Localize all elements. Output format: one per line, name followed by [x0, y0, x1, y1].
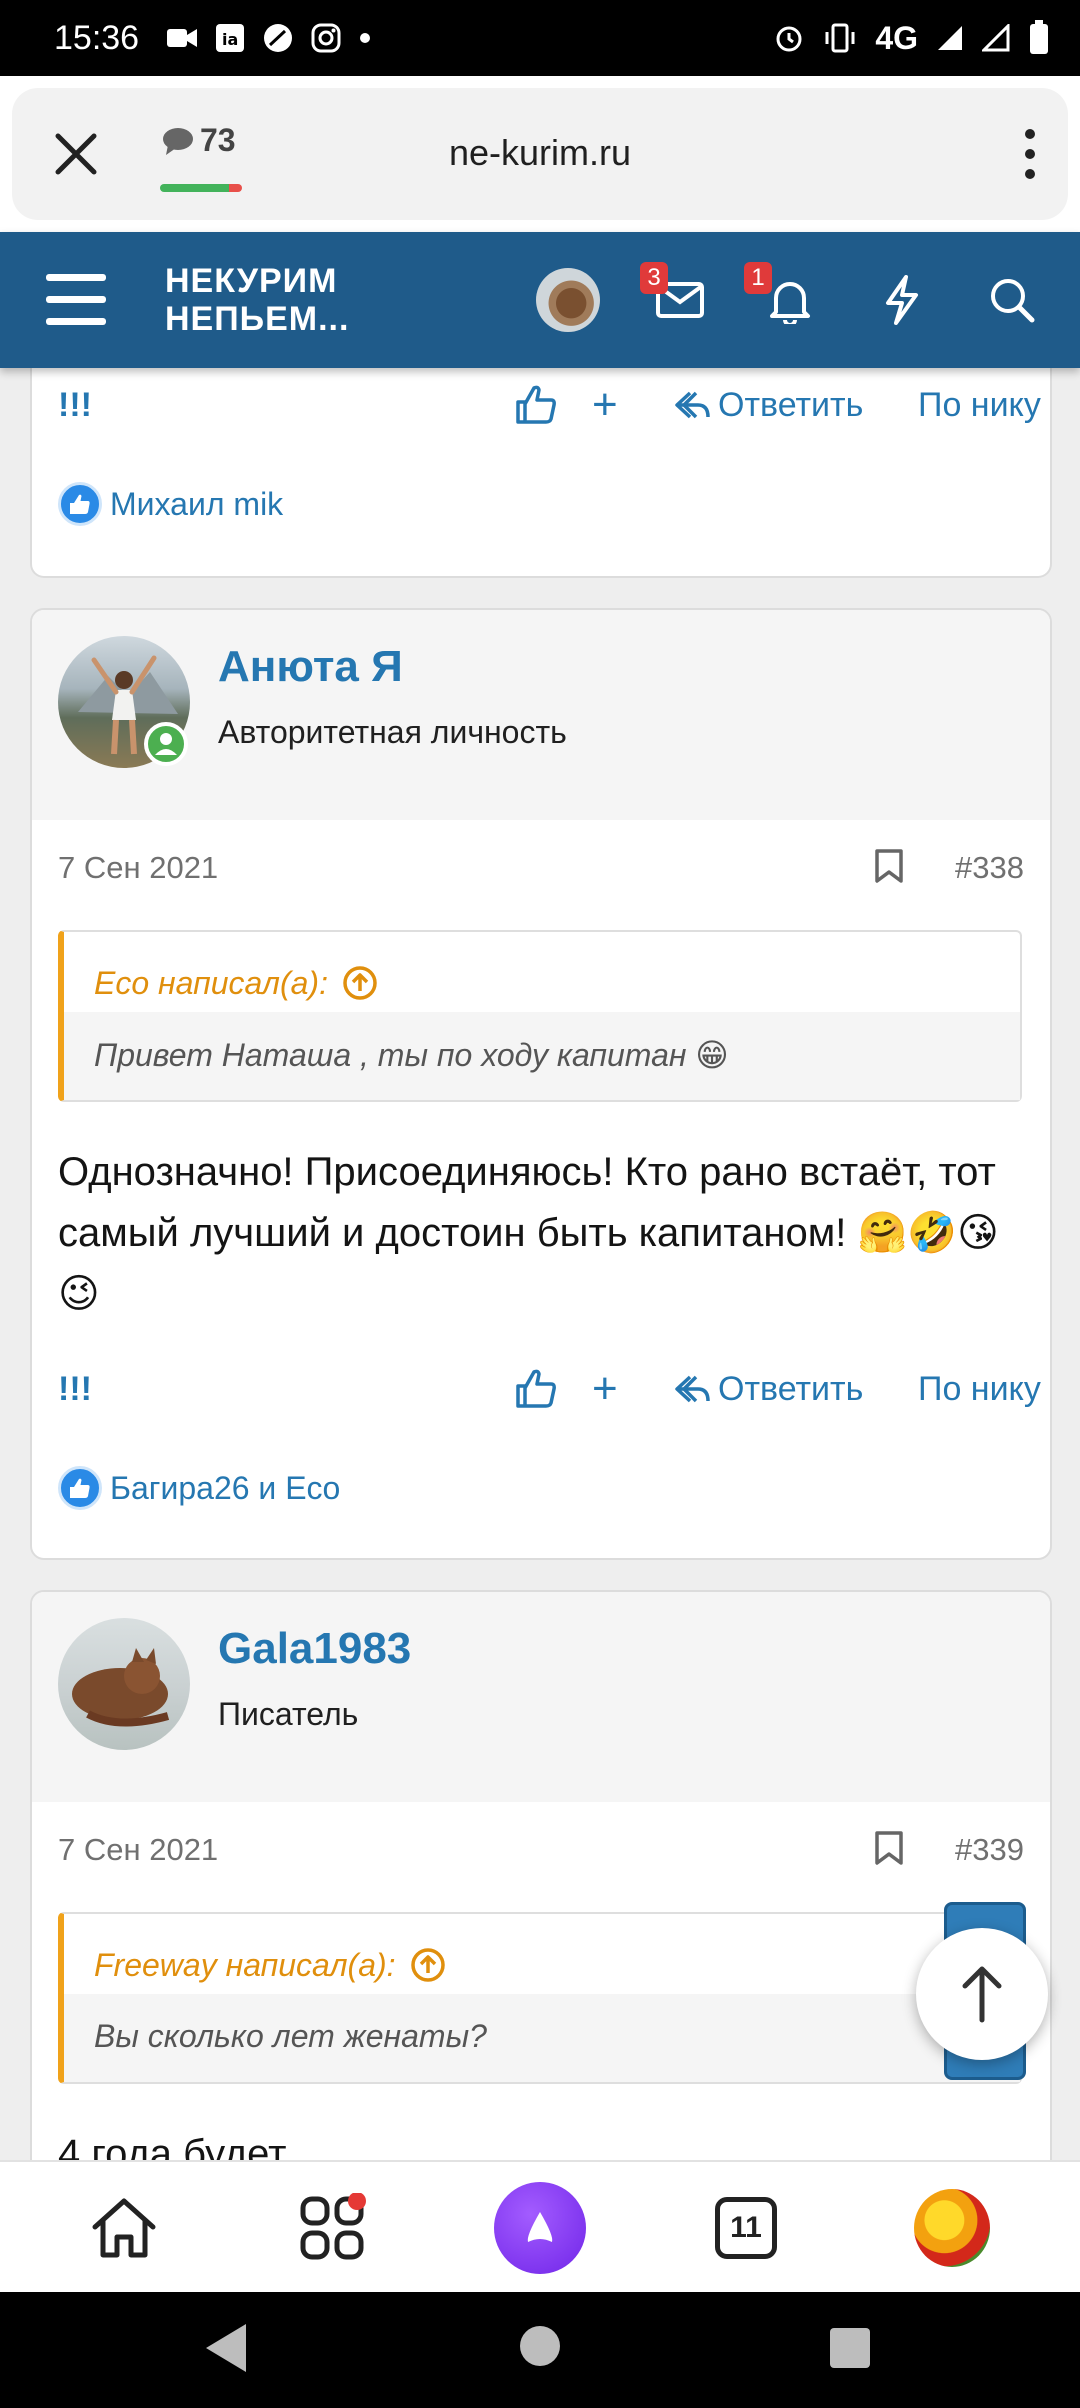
avatar-cat [72, 1648, 170, 1727]
reply-icon [675, 391, 710, 418]
quote-text: Вы сколько лет женаты? [64, 1994, 1020, 2082]
quote-block: Eco написал(а): Привет Наташа , ты по хо… [58, 930, 1022, 1102]
site-header: НЕКУРИМ НЕПЬЕМ... 3 1 [0, 232, 1080, 368]
user-title: Писатель [218, 1696, 359, 1732]
network-type: 4G [875, 19, 918, 56]
exclaim-button[interactable]: !!! [58, 1370, 92, 1409]
logo-line2: НЕПЬЕМ... [165, 300, 350, 338]
messages-badge: 3 [640, 262, 668, 294]
like-icon[interactable] [514, 1366, 558, 1410]
alice-assistant-button[interactable] [494, 2182, 586, 2274]
post-card-339: Gala1983 Писатель 7 Сен 2021 #339 Freewa… [30, 1590, 1052, 2190]
quote-header[interactable]: Freeway написал(а): [64, 1914, 1020, 1994]
post-number[interactable]: #339 [955, 1832, 1024, 1868]
quote-author: Eco написал(а): [94, 964, 328, 1001]
site-logo[interactable]: НЕКУРИМ НЕПЬЕМ... [165, 262, 349, 338]
instagram-icon [311, 23, 341, 53]
lightning-icon [886, 275, 918, 325]
search-button[interactable] [982, 270, 1042, 330]
arrow-up-circle-icon[interactable] [342, 965, 378, 1001]
hamburger-menu-icon[interactable] [46, 274, 106, 326]
arrow-up-icon [962, 1966, 1002, 2023]
vibrate-icon [825, 23, 855, 53]
user-avatar[interactable] [58, 1618, 190, 1750]
status-time: 15:36 [54, 18, 140, 57]
post-actions: !!! + Ответить По нику [58, 380, 1050, 432]
profile-avatar [914, 2189, 990, 2267]
reply-button[interactable]: Ответить [674, 1370, 863, 1409]
dot-icon [360, 33, 371, 43]
user-avatar[interactable] [536, 268, 600, 332]
tabs-button[interactable]: 11 [708, 2190, 784, 2266]
back-icon[interactable] [206, 2324, 246, 2372]
browser-bottom-nav: 11 [0, 2160, 1080, 2292]
post-number[interactable]: #338 [955, 850, 1024, 886]
recent-apps-icon[interactable] [830, 2328, 870, 2368]
bookmark-icon[interactable] [874, 848, 904, 884]
quote-header[interactable]: Eco написал(а): [64, 932, 1020, 1012]
username[interactable]: Анюта Я [218, 642, 403, 692]
post-date[interactable]: 7 Сен 2021 [58, 1832, 218, 1868]
post-actions: !!! + Ответить По нику [58, 1364, 1050, 1416]
quote-block: Freeway написал(а): Вы сколько лет женат… [58, 1912, 1022, 2084]
reaction-like-icon [58, 1466, 102, 1510]
reply-button[interactable]: Ответить [674, 386, 863, 425]
status-bar: 15:36 ia 4G [0, 0, 1080, 76]
bookmark-icon[interactable] [874, 1830, 904, 1866]
browser-toolbar: 73 ne-kurim.ru [0, 76, 1080, 232]
search-icon [991, 279, 1035, 323]
reactions-bar[interactable]: Михаил mik [58, 482, 283, 526]
reactions-names: Багира26 и Eco [110, 1469, 341, 1506]
signal-icon [938, 26, 962, 50]
reactions-bar[interactable]: Багира26 и Eco [58, 1466, 340, 1510]
services-button[interactable] [294, 2190, 370, 2266]
url-text[interactable]: ne-kurim.ru [12, 132, 1068, 174]
bynick-button[interactable]: По нику [918, 386, 1041, 425]
system-nav-bar [0, 2292, 1080, 2408]
battery-icon [1030, 20, 1048, 54]
bell-icon [770, 282, 810, 324]
reaction-like-icon [58, 482, 102, 526]
home-icon [92, 2198, 156, 2258]
alice-icon [494, 2182, 586, 2274]
post-date[interactable]: 7 Сен 2021 [58, 850, 218, 886]
arrow-up-circle-icon[interactable] [410, 1947, 446, 1983]
username[interactable]: Gala1983 [218, 1624, 411, 1674]
add-button[interactable]: + [592, 1364, 618, 1414]
tabs-count: 11 [715, 2197, 777, 2259]
video-call-icon [167, 29, 198, 47]
logo-line1: НЕКУРИМ [165, 262, 338, 300]
reply-label: Ответить [718, 1370, 864, 1408]
like-icon[interactable] [514, 382, 558, 426]
add-button[interactable]: + [592, 380, 618, 430]
leaf-app-icon [264, 24, 293, 52]
alerts-badge: 1 [744, 262, 772, 294]
post-body: Однозначно! Присоединяюсь! Кто рано вста… [58, 1150, 999, 1316]
whats-new-button[interactable] [872, 270, 932, 330]
bynick-button[interactable]: По нику [918, 1370, 1041, 1409]
ia-app-icon: ia [216, 24, 245, 52]
post-header: Gala1983 Писатель [32, 1592, 1050, 1802]
quote-author: Freeway написал(а): [94, 1946, 396, 1983]
user-title: Авторитетная личность [218, 714, 567, 750]
more-menu-icon[interactable] [1020, 126, 1040, 182]
online-status-icon [144, 722, 188, 766]
reply-label: Ответить [718, 386, 864, 424]
reactions-names: Михаил mik [110, 485, 284, 522]
profile-button[interactable] [914, 2189, 990, 2267]
scroll-top-button[interactable] [916, 1928, 1048, 2060]
svg-text:ia: ia [222, 30, 238, 49]
home-circle-icon[interactable] [520, 2326, 560, 2366]
home-button[interactable] [86, 2190, 162, 2266]
reply-icon [675, 1375, 710, 1402]
post-card-338: Анюта Я Авторитетная личность 7 Сен 2021… [30, 608, 1052, 1560]
quote-text: Привет Наташа , ты по ходу капитан 😁 [64, 1012, 1020, 1100]
exclaim-button[interactable]: !!! [58, 386, 92, 425]
apps-grid-icon [300, 2193, 366, 2260]
signal-icon-2 [982, 24, 1010, 52]
url-bar[interactable]: 73 ne-kurim.ru [12, 88, 1068, 220]
post-header: Анюта Я Авторитетная личность [32, 610, 1050, 820]
rating-bar [160, 184, 242, 192]
alarm-icon [776, 26, 802, 52]
